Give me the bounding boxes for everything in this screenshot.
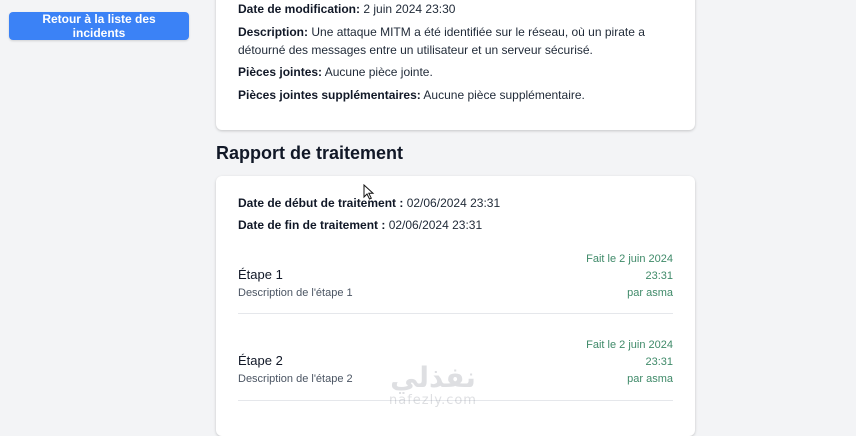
modification-date-label: Date de modification: (238, 2, 361, 16)
step-item: Étape 2 Description de l'étape 2 Fait le… (238, 337, 673, 407)
attachments-value: Aucune pièce jointe. (324, 65, 433, 79)
step-completion-info: Fait le 2 juin 2024 23:31 par asma (586, 337, 673, 388)
step-done-by: par asma (627, 287, 673, 299)
extra-attachments-value: Aucune pièce supplémentaire. (423, 88, 585, 102)
step-done-date: Fait le 2 juin 2024 (586, 253, 673, 265)
step-completion-info: Fait le 2 juin 2024 23:31 par asma (586, 251, 673, 302)
step-divider (238, 313, 673, 314)
step-done-by: par asma (627, 373, 673, 385)
step-divider (238, 400, 673, 401)
step-done-time: 23:31 (645, 270, 673, 282)
extra-attachments-field: Pièces jointes supplémentaires: Aucune p… (238, 86, 673, 104)
report-card: Date de début de traitement : 02/06/2024… (216, 176, 695, 436)
treatment-end-label: Date de fin de traitement : (238, 218, 386, 232)
modification-date-value: 2 juin 2024 23:30 (363, 2, 456, 16)
description-label: Description: (238, 25, 309, 39)
treatment-start-label: Date de début de traitement : (238, 196, 404, 210)
attachments-field: Pièces jointes: Aucune pièce jointe. (238, 63, 673, 81)
step-title: Étape 2 (238, 353, 283, 368)
step-description: Description de l'étape 2 (238, 373, 353, 385)
report-section-title: Rapport de traitement (216, 143, 404, 163)
step-description: Description de l'étape 1 (238, 287, 353, 299)
step-done-time: 23:31 (645, 356, 673, 368)
incident-details-card: Date de modification: 2 juin 2024 23:30 … (216, 0, 695, 130)
step-done-date: Fait le 2 juin 2024 (586, 339, 673, 351)
treatment-end-value: 02/06/2024 23:31 (388, 218, 483, 232)
step-item: Étape 1 Description de l'étape 1 Fait le… (238, 251, 673, 321)
description-field: Description: Une attaque MITM a été iden… (238, 23, 673, 59)
treatment-start-field: Date de début de traitement : 02/06/2024… (238, 194, 673, 212)
treatment-end-field: Date de fin de traitement : 02/06/2024 2… (238, 216, 673, 234)
mouse-cursor-icon (363, 184, 375, 200)
back-to-incidents-button[interactable]: Retour à la liste des incidents (9, 12, 189, 40)
extra-attachments-label: Pièces jointes supplémentaires: (238, 88, 421, 102)
attachments-label: Pièces jointes: (238, 65, 323, 79)
modification-date-field: Date de modification: 2 juin 2024 23:30 (238, 0, 673, 18)
step-title: Étape 1 (238, 267, 283, 282)
treatment-start-value: 02/06/2024 23:31 (406, 196, 501, 210)
